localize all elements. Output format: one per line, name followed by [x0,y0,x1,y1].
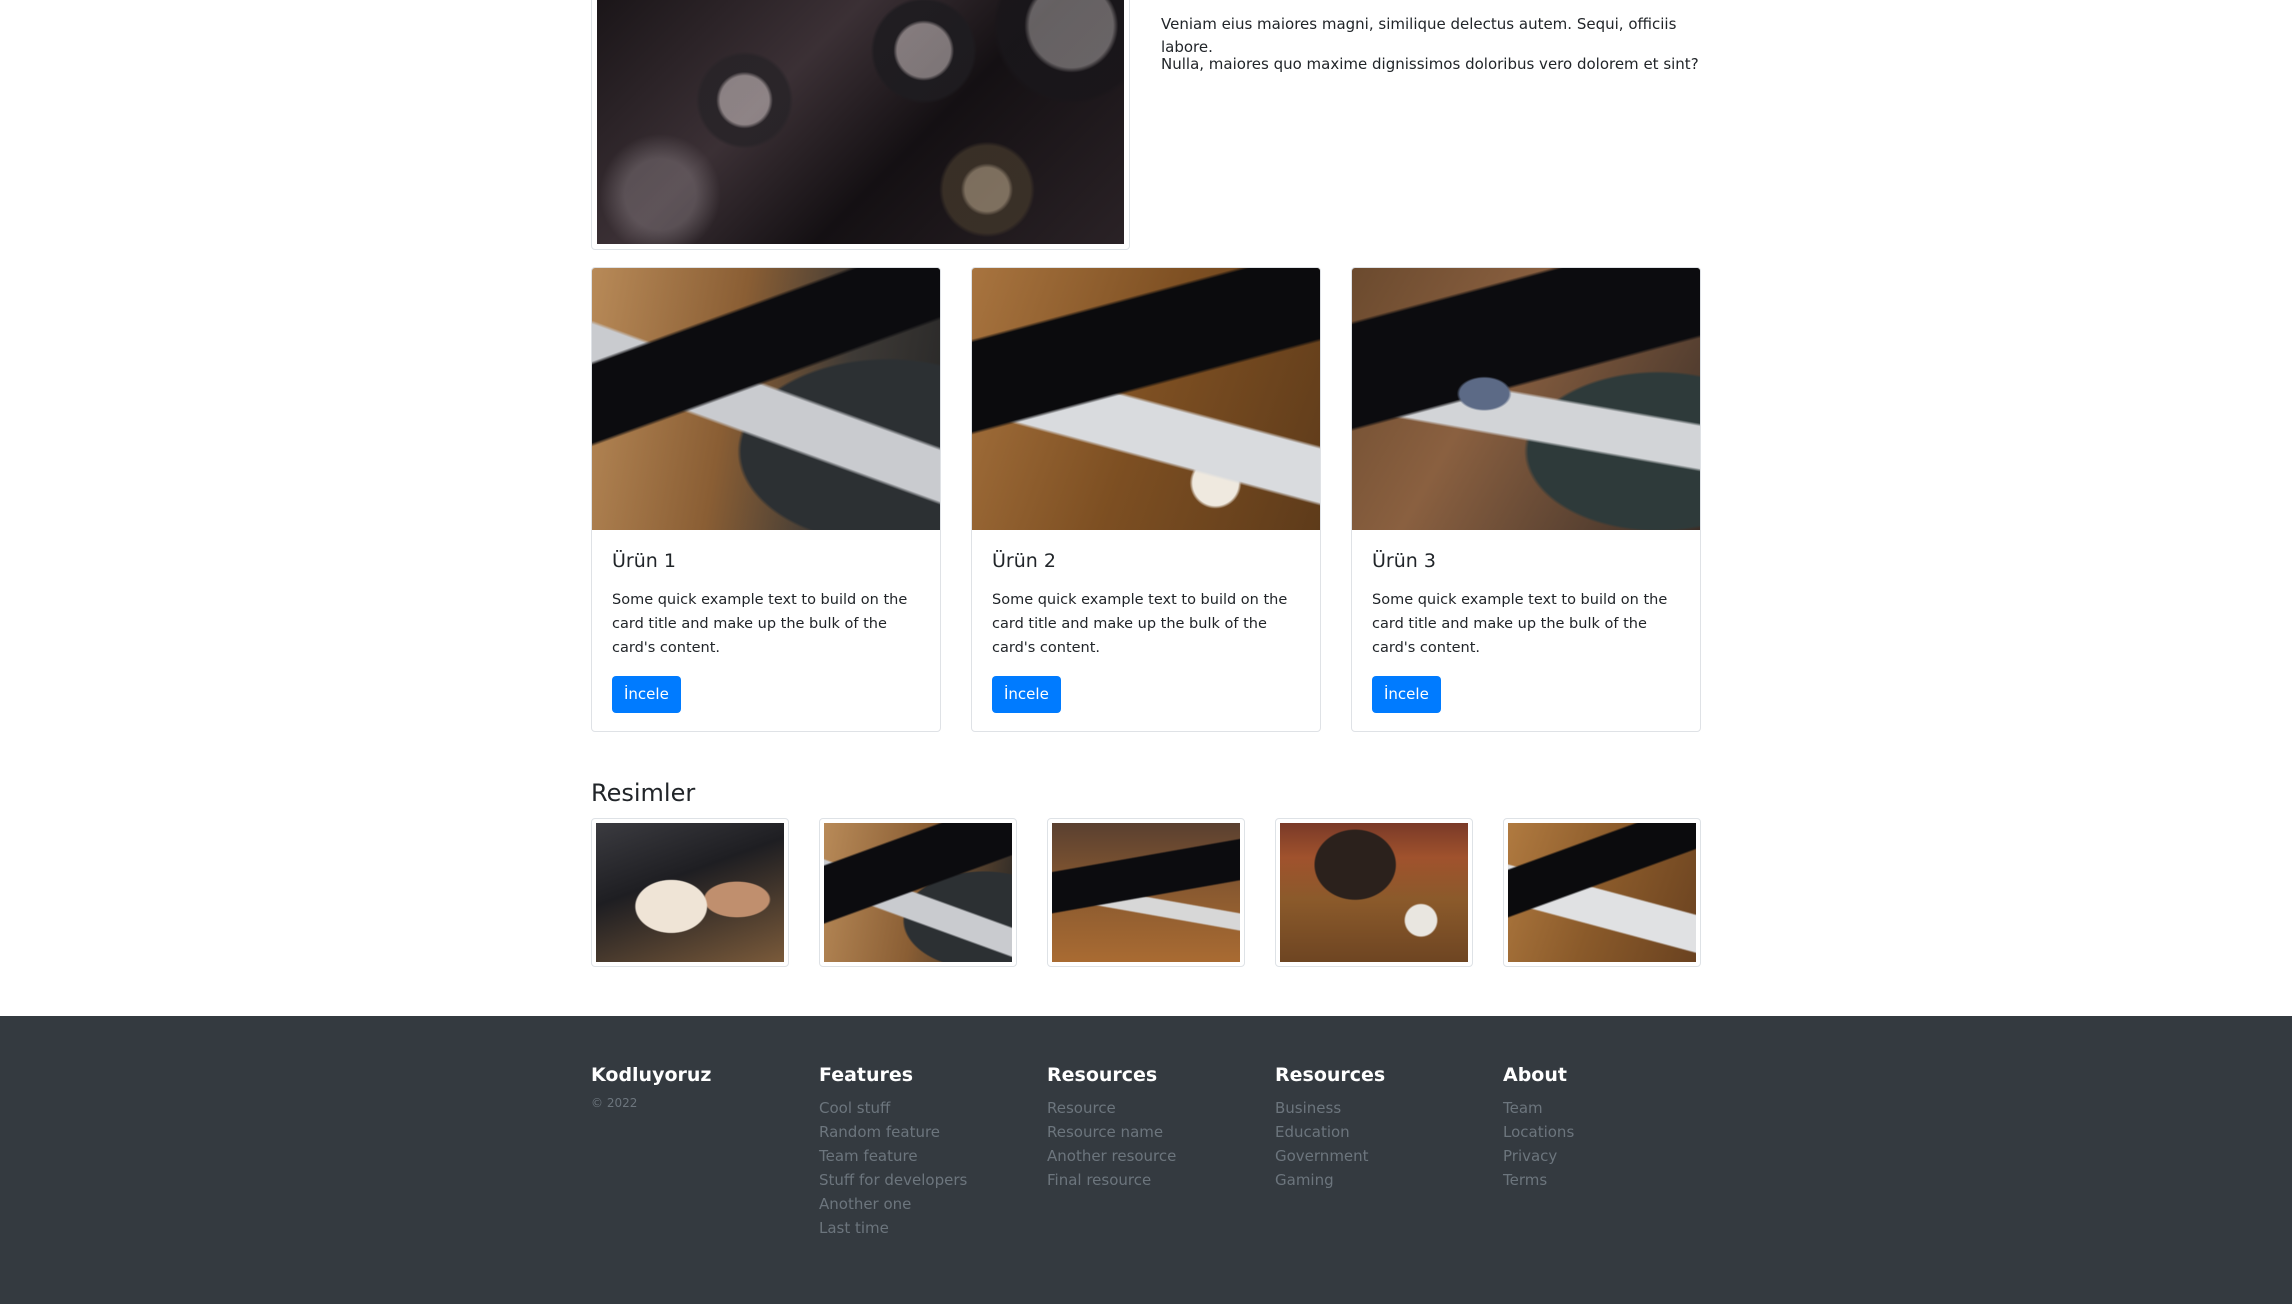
card-image [592,268,940,530]
gallery-image [824,823,1012,962]
vintage-cameras-image [597,0,1124,244]
card-title: Ürün 3 [1372,550,1436,572]
footer-link[interactable]: Resource name [1047,1123,1163,1141]
footer-column-features: Features Cool stuff Random feature Team … [819,1064,967,1240]
footer-brand-column: Kodluyoruz © 2022 [591,1064,711,1110]
footer-link[interactable]: Cool stuff [819,1099,890,1117]
footer-column-resources-2: Resources Business Education Government … [1275,1064,1385,1192]
card-image [1352,268,1700,530]
inspect-button[interactable]: İncele [612,676,681,713]
footer-link[interactable]: Privacy [1503,1147,1557,1165]
gallery-image [1052,823,1240,962]
gallery-thumbnail-4[interactable] [1275,818,1473,967]
hero-paragraph-1: Veniam eius maiores magni, similique del… [1161,15,1677,56]
inspect-button[interactable]: İncele [992,676,1061,713]
inspect-button[interactable]: İncele [1372,676,1441,713]
gallery-heading: Resimler [591,779,696,807]
gallery-image [596,823,784,962]
card-text: Some quick example text to build on the … [992,592,1288,656]
product-card-2: Ürün 2 Some quick example text to build … [971,267,1321,732]
hero-paragraph-2: Nulla, maiores quo maxime dignissimos do… [1161,55,1699,73]
footer-link[interactable]: Education [1275,1123,1350,1141]
copyright-text: © 2022 [591,1096,638,1110]
footer-link[interactable]: Terms [1503,1171,1547,1189]
gallery-image [1280,823,1468,962]
footer: Kodluyoruz © 2022 Features Cool stuff Ra… [0,1016,2292,1304]
product-card-3: Ürün 3 Some quick example text to build … [1351,267,1701,732]
footer-brand: Kodluyoruz [591,1064,712,1086]
footer-link[interactable]: Gaming [1275,1171,1334,1189]
footer-link[interactable]: Random feature [819,1123,940,1141]
footer-link[interactable]: Government [1275,1147,1369,1165]
footer-link[interactable]: Last time [819,1219,889,1237]
gallery-image [1508,823,1696,962]
footer-link[interactable]: Team feature [819,1147,918,1165]
gallery-thumbnail-3[interactable] [1047,818,1245,967]
footer-link[interactable]: Resource [1047,1099,1116,1117]
footer-column-title: Resources [1047,1064,1158,1086]
footer-link[interactable]: Team [1503,1099,1543,1117]
footer-column-resources: Resources Resource Resource name Another… [1047,1064,1176,1192]
card-title: Ürün 2 [992,550,1056,572]
card-image [972,268,1320,530]
card-text: Some quick example text to build on the … [1372,592,1668,656]
product-card-1: Ürün 1 Some quick example text to build … [591,267,941,732]
gallery-thumbnail-5[interactable] [1503,818,1701,967]
footer-link[interactable]: Another one [819,1195,911,1213]
footer-column-title: About [1503,1064,1567,1086]
footer-link[interactable]: Stuff for developers [819,1171,967,1189]
footer-column-title: Features [819,1064,914,1086]
footer-link[interactable]: Locations [1503,1123,1574,1141]
gallery-thumbnail-1[interactable] [591,818,789,967]
footer-link[interactable]: Business [1275,1099,1341,1117]
footer-column-title: Resources [1275,1064,1386,1086]
gallery-thumbnail-2[interactable] [819,818,1017,967]
hero-image-frame [591,0,1130,250]
card-title: Ürün 1 [612,550,676,572]
footer-column-about: About Team Locations Privacy Terms [1503,1064,1574,1192]
footer-link[interactable]: Another resource [1047,1147,1176,1165]
card-text: Some quick example text to build on the … [612,592,908,656]
footer-link[interactable]: Final resource [1047,1171,1151,1189]
